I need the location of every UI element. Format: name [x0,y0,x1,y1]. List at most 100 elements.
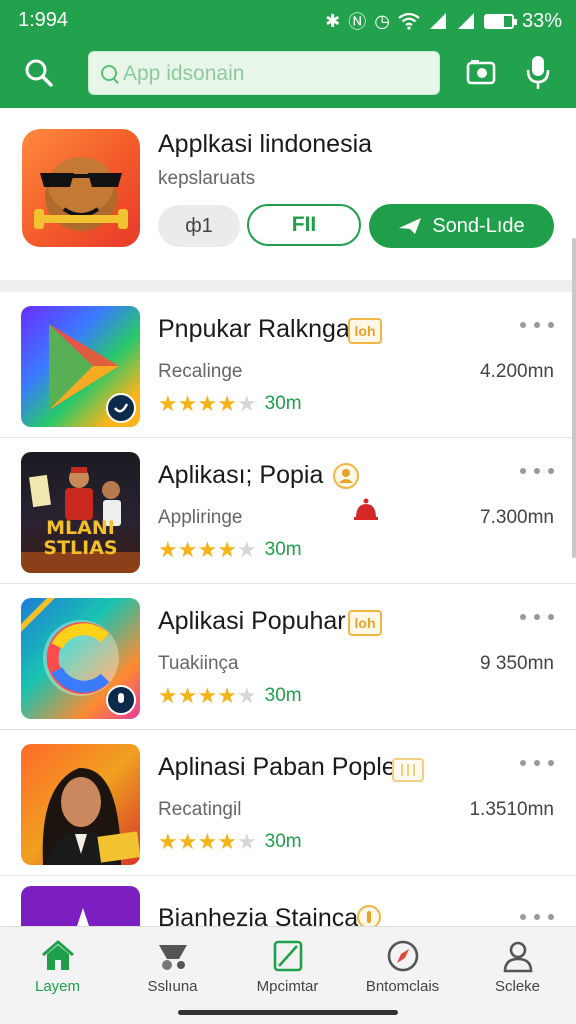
star-empty-icon: ★ [236,391,257,416]
search-bar[interactable] [88,51,440,95]
star-icon: ★ [177,829,198,854]
home-icon [42,940,74,970]
star-icon: ★ [177,391,198,416]
microphone-icon[interactable] [526,55,550,91]
rating-value: 30m [264,539,302,560]
app-size: 4.200mn [480,361,554,382]
app-category: Tuakiinça [158,653,239,674]
app-bar: 1:994 ✱ Ⓝ ◷ 33% [0,0,576,108]
nav-item-edit[interactable]: Mpcimtar [230,927,345,1017]
list-item[interactable]: Bianhezia Staincа [0,876,576,926]
search-icon[interactable] [24,58,54,88]
app-badge-icon [392,758,424,782]
search-input[interactable] [123,60,423,88]
star-icon: ★ [158,537,178,562]
app-title: Aplinasi Paban Pople [158,753,396,781]
more-options-icon[interactable] [520,914,554,926]
install-button[interactable]: Sond-Lıde [369,204,554,248]
list-item[interactable]: Pnpukar Ralkngа loh Recalinge 4.200mn ★ … [0,292,576,438]
list-item[interactable]: Aplikasi Popuhar loh Tuakiinça 9 350mn ★… [0,584,576,730]
star-empty-icon: ★ [236,829,257,854]
more-options-icon[interactable] [520,760,554,772]
nfc-icon: Ⓝ [348,12,367,32]
battery-icon [483,13,517,29]
edit-icon [273,940,303,972]
install-button-label: Sond-Lıde [432,214,525,237]
camera-icon[interactable] [466,58,496,86]
star-icon: ★ [158,683,178,708]
nav-label: Bntomclais [365,978,440,995]
star-icon: ★ [177,683,198,708]
status-icons: ✱ Ⓝ ◷ 33% [325,8,562,34]
alert-bell-icon [350,496,382,524]
rating-stars: ★ ★ ★ ★ ★ 30m [158,831,302,853]
rating-stars: ★ ★ ★ ★ ★ 30m [158,393,302,415]
rating-value: 30m [264,831,302,852]
search-icon [101,65,117,81]
info-icon [357,905,381,926]
battery-percent: 33% [521,9,562,32]
nav-label: Sslıuna [147,978,198,995]
user-icon [333,463,359,489]
send-icon [399,218,422,234]
home-indicator[interactable] [178,1010,398,1015]
status-time: 1:994 [18,9,69,31]
more-options-icon[interactable] [520,468,554,480]
app-title: Aplikasi Popuhar [158,607,346,635]
app-icon: MLANI STLIAS [21,452,140,573]
signal-icon [457,13,474,29]
compass-icon [387,940,419,972]
featured-app-icon [22,129,140,247]
games-icon [159,945,187,970]
star-icon: ★ [197,683,218,708]
nav-label: Scleke [494,978,541,995]
featured-app-card[interactable]: Applkasi lindonesia kepslaruats ф1 FII S… [0,108,576,280]
app-icon-text: MLANI STLIAS [43,517,118,559]
app-category: Recatingil [158,799,242,820]
outline-button[interactable]: FII [247,204,361,246]
section-divider [0,280,576,292]
star-icon: ★ [158,829,178,854]
list-item[interactable]: Aplinasi Paban Pople Recatingil 1.3510mn… [0,730,576,876]
star-icon: ★ [217,683,237,708]
app-title: Aplikası; Popia [158,461,324,489]
app-badge: loh [348,318,382,344]
star-icon: ★ [217,829,237,854]
star-empty-icon: ★ [236,683,257,708]
signal-icon [429,13,446,29]
compare-button[interactable]: ф1 [158,205,240,247]
star-empty-icon: ★ [236,537,257,562]
star-icon: ★ [197,391,218,416]
wifi-icon [398,12,420,30]
app-title: Bianhezia Staincа [158,904,359,926]
more-options-icon[interactable] [520,322,554,334]
rating-stars: ★ ★ ★ ★ ★ 30m [158,685,302,707]
featured-app-subtitle: kepslaruats [158,168,256,189]
star-icon: ★ [217,537,237,562]
star-icon: ★ [158,391,178,416]
nav-item-profile[interactable]: Scleke [460,927,575,1017]
rating-stars: ★ ★ ★ ★ ★ 30m [158,539,302,561]
app-size: 1.3510mn [469,799,554,820]
app-category: Appliringe [158,507,243,528]
nav-label: Layem [34,978,81,995]
profile-icon [503,941,533,973]
featured-app-title: Applkasi lindonesia [158,130,373,158]
rating-value: 30m [264,685,302,706]
app-icon [21,744,140,865]
star-icon: ★ [197,537,218,562]
nav-item-explore[interactable]: Bntomclais [345,927,460,1017]
app-size: 9 350mn [480,653,554,674]
list-item[interactable]: MLANI STLIAS Aplikası; Popia Appliringe … [0,438,576,584]
app-icon [21,306,140,427]
nav-item-home[interactable]: Layem [0,927,115,1017]
star-icon: ★ [197,829,218,854]
bluetooth-icon: ✱ [325,10,341,31]
alarm-icon: ◷ [374,10,390,31]
app-category: Recalinge [158,361,243,382]
status-bar: 1:994 ✱ Ⓝ ◷ 33% [0,0,576,40]
nav-item-games[interactable]: Sslıuna [115,927,230,1017]
app-badge: loh [348,610,382,636]
scrollbar[interactable] [572,238,576,558]
more-options-icon[interactable] [520,614,554,626]
